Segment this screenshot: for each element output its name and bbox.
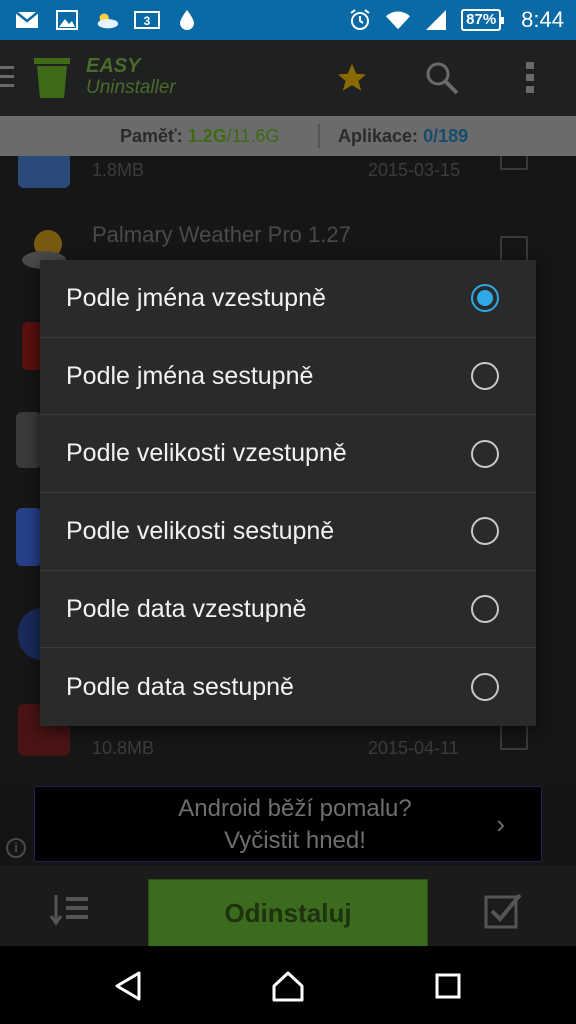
sort-option-label: Podle data sestupně [66, 672, 294, 701]
radio-button[interactable] [471, 362, 499, 391]
radio-button[interactable] [471, 595, 499, 624]
sort-option-size-asc[interactable]: Podle velikosti vzestupně [40, 415, 536, 494]
app-size: 1.8MB [92, 160, 145, 180]
status-bar: 3 87% 8:44 [0, 0, 576, 40]
menu-icon[interactable] [0, 66, 14, 93]
sort-option-date-asc[interactable]: Podle data vzestupně [40, 571, 536, 649]
memory-used: 1.2G [187, 126, 227, 146]
radio-button[interactable] [471, 673, 499, 702]
apps-info: Aplikace: 0/189 [338, 126, 468, 147]
sort-option-date-desc[interactable]: Podle data sestupně [40, 648, 536, 726]
app-icon [16, 508, 42, 566]
memory-info: Paměť: 1.2G/11.6G [120, 126, 279, 147]
app-name-line1: EASY [86, 55, 141, 77]
water-drop-icon [174, 9, 200, 31]
sort-option-label: Podle velikosti sestupně [66, 516, 335, 545]
app-name: EASY Uninstaller [86, 55, 176, 99]
3g-icon: 3 [134, 9, 160, 31]
app-icon [18, 156, 70, 188]
ad-line2: Vyčistit hned! [224, 827, 366, 854]
clock: 8:44 [521, 7, 564, 32]
uninstall-button[interactable]: Odinstaluj [148, 879, 428, 947]
navigation-bar [0, 946, 576, 1024]
radio-button[interactable] [471, 284, 499, 313]
radio-button[interactable] [471, 439, 499, 468]
chevron-right-icon: › [496, 809, 505, 839]
gmail-icon [14, 9, 40, 31]
app-title: Palmary Weather Pro 1.27 [92, 222, 351, 247]
wifi-icon [385, 9, 411, 31]
memory-label: Paměť: [120, 126, 183, 146]
radio-button[interactable] [471, 517, 499, 546]
app-checkbox[interactable] [500, 156, 528, 170]
ad-area: Android běží pomalu? Vyčistit hned! › i [0, 786, 576, 866]
recents-icon[interactable] [428, 966, 468, 1006]
divider [318, 124, 320, 148]
info-strip: Paměť: 1.2G/11.6G Aplikace: 0/189 [0, 116, 576, 156]
app-icon [16, 412, 42, 468]
app-size: 10.8MB [92, 738, 155, 758]
sort-option-label: Podle velikosti vzestupně [66, 439, 347, 468]
apps-total: /189 [433, 126, 469, 146]
ad-line1: Android běží pomalu? [178, 795, 412, 822]
app-bar: EASY Uninstaller [0, 40, 576, 116]
sort-option-name-desc[interactable]: Podle jména sestupně [40, 338, 536, 416]
app-date: 2015-04-11 [368, 738, 459, 758]
battery-indicator: 87% [461, 9, 505, 31]
svg-text:3: 3 [144, 14, 151, 28]
app-logo-icon [32, 54, 72, 100]
app-date: 2015-03-15 [368, 160, 461, 180]
app-name-line2: Uninstaller [86, 77, 176, 98]
search-icon[interactable] [422, 58, 462, 98]
sort-dialog: Podle jména vzestupně Podle jména sestup… [40, 260, 536, 726]
app-icon [18, 608, 42, 660]
signal-icon [423, 9, 449, 31]
star-icon[interactable] [332, 58, 372, 98]
overflow-icon[interactable] [510, 58, 550, 98]
sort-option-label: Podle data vzestupně [66, 594, 307, 623]
sort-option-label: Podle jména vzestupně [66, 283, 326, 312]
back-icon[interactable] [108, 966, 148, 1006]
app-checkbox[interactable] [500, 722, 528, 750]
sort-option-label: Podle jména sestupně [66, 361, 314, 390]
ad-text: Android běží pomalu? Vyčistit hned! [35, 793, 555, 857]
app-icon [22, 322, 42, 370]
memory-total: /11.6G [226, 126, 280, 146]
select-all-icon[interactable] [482, 891, 526, 931]
apps-label: Aplikace: [338, 126, 419, 146]
sort-option-name-asc[interactable]: Podle jména vzestupně [40, 260, 536, 338]
alarm-icon [347, 9, 373, 31]
gallery-icon [54, 9, 80, 31]
sort-option-size-desc[interactable]: Podle velikosti sestupně [40, 493, 536, 571]
cloud-sun-icon [94, 9, 120, 31]
home-icon[interactable] [268, 966, 308, 1006]
bottom-action-bar: Odinstaluj [0, 866, 576, 947]
ad-info-icon[interactable]: i [6, 838, 26, 858]
ad-banner[interactable]: Android běží pomalu? Vyčistit hned! › [34, 786, 542, 862]
sort-icon[interactable] [48, 891, 92, 931]
apps-selected: 0 [423, 126, 434, 146]
